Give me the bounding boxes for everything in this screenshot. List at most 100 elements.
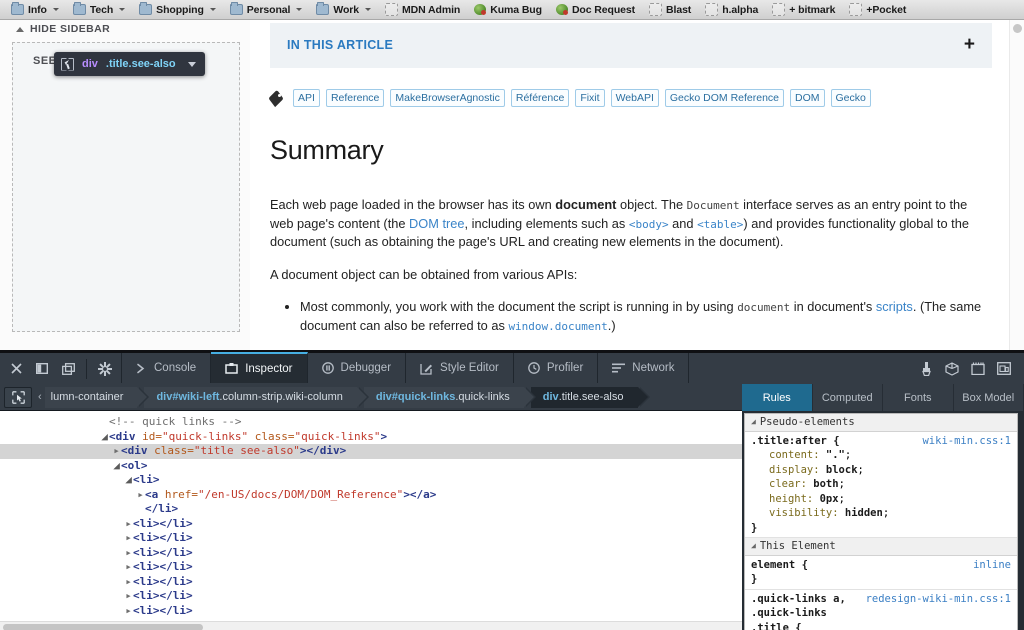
markup-attr-value[interactable]: "title see-also": [194, 444, 300, 457]
bookmark-item-mdn-admin[interactable]: MDN Admin: [378, 2, 467, 18]
article-tag[interactable]: Fixit: [575, 88, 605, 108]
article-tag[interactable]: Référence: [510, 88, 570, 108]
bookmark-item-h-alpha[interactable]: h.alpha: [698, 2, 765, 18]
css-rule-source[interactable]: wiki-min.css:1: [922, 434, 1011, 449]
twisty-open-icon[interactable]: ◢: [124, 473, 133, 488]
tab-inspector[interactable]: Inspector: [211, 352, 308, 383]
article-tag[interactable]: Gecko DOM Reference: [664, 88, 785, 108]
css-rule-block[interactable]: inline element {}: [745, 556, 1017, 590]
responsive-design-icon[interactable]: [992, 354, 1016, 383]
inspector-highlight-infobar[interactable]: div .title.see-also: [54, 52, 205, 76]
scripts-link[interactable]: scripts: [876, 299, 913, 314]
css-declaration[interactable]: content: ".";: [751, 448, 1011, 463]
hide-sidebar-toggle[interactable]: HIDE SIDEBAR: [16, 23, 110, 35]
breadcrumb-item[interactable]: div .title.see-also: [530, 386, 650, 408]
markup-view[interactable]: <!-- quick links --> ◢<div id="quick-link…: [0, 411, 742, 630]
markup-line[interactable]: ◢<ol>: [0, 459, 742, 474]
twisty-open-icon[interactable]: ◢: [751, 415, 756, 430]
css-value[interactable]: ".": [826, 449, 845, 461]
twisty-open-icon[interactable]: ◢: [100, 430, 109, 445]
css-property[interactable]: clear:: [751, 478, 807, 490]
rules-tab-box-model[interactable]: Box Model: [954, 384, 1024, 411]
chevron-down-icon[interactable]: [119, 8, 126, 11]
article-tag[interactable]: WebAPI: [610, 88, 659, 108]
paintbrush-icon[interactable]: [914, 354, 938, 383]
css-rule-block[interactable]: redesign-wiki-min.css:1 .quick-links a, .q…: [745, 590, 1017, 630]
twisty-closed-icon[interactable]: ▸: [112, 444, 121, 459]
markup-line[interactable]: ▸<li></li>: [0, 560, 742, 575]
bookmark-item-personal[interactable]: Personal: [223, 2, 310, 18]
twisty-closed-icon[interactable]: ▸: [124, 575, 133, 590]
css-selector[interactable]: element: [751, 559, 795, 571]
css-property[interactable]: content:: [751, 449, 820, 461]
css-selector[interactable]: .quick-links .title: [751, 607, 827, 630]
markup-attr-name[interactable]: href=: [158, 488, 198, 501]
chevron-down-icon[interactable]: [296, 8, 303, 11]
article-tag[interactable]: MakeBrowserAgnostic: [390, 88, 505, 108]
chevron-down-icon[interactable]: [365, 8, 372, 11]
css-rule-source[interactable]: redesign-wiki-min.css:1: [866, 592, 1011, 607]
bookmark-item-bitmark[interactable]: + bitmark: [765, 2, 842, 18]
in-this-article-expand-button[interactable]: +: [964, 35, 975, 54]
tab-style-editor[interactable]: Style Editor: [406, 353, 514, 383]
markup-line[interactable]: ▸<li></li>: [0, 604, 742, 619]
settings-gear-icon[interactable]: [93, 354, 117, 383]
breadcrumb-back-chevron[interactable]: ‹: [38, 391, 42, 403]
css-rule-block[interactable]: wiki-min.css:1 .title:after {content: "."…: [745, 432, 1017, 538]
markup-attr-name[interactable]: id=: [136, 430, 162, 443]
markup-attr-name[interactable]: class=: [148, 444, 194, 457]
rules-tab-rules[interactable]: Rules: [742, 384, 813, 411]
twisty-closed-icon[interactable]: ▸: [124, 517, 133, 532]
page-scrollbar[interactable]: [1009, 20, 1024, 350]
css-value[interactable]: block: [826, 464, 858, 476]
bookmark-item-tech[interactable]: Tech: [66, 2, 132, 18]
twisty-closed-icon[interactable]: ▸: [124, 589, 133, 604]
article-tag[interactable]: Gecko: [830, 88, 871, 108]
rules-content[interactable]: ◢ Pseudo-elements wiki-min.css:1 .title:aft…: [744, 413, 1018, 630]
markup-attr-value[interactable]: "/en-US/docs/DOM/DOM_Reference": [198, 488, 403, 501]
twisty-closed-icon[interactable]: ▸: [124, 604, 133, 619]
css-declaration[interactable]: display: block;: [751, 463, 1011, 478]
breadcrumb-item[interactable]: lumn-container: [44, 386, 150, 408]
css-declaration[interactable]: visibility: hidden;: [751, 506, 1011, 521]
rules-section-header[interactable]: ◢ This Element: [745, 538, 1017, 556]
css-declaration[interactable]: height: 0px;: [751, 492, 1011, 507]
bookmark-item-shopping[interactable]: Shopping: [132, 2, 223, 18]
close-devtools-icon[interactable]: [4, 354, 28, 383]
tab-network[interactable]: Network: [598, 353, 690, 383]
markup-line[interactable]: ▸<li></li>: [0, 589, 742, 604]
markup-line[interactable]: ◢<div id="quick-links" class="quick-link…: [0, 430, 742, 445]
markup-line[interactable]: <!-- quick links -->: [0, 415, 742, 430]
markup-line[interactable]: ◢<li>: [0, 473, 742, 488]
rules-tab-computed[interactable]: Computed: [813, 384, 883, 411]
twisty-open-icon[interactable]: ◢: [112, 459, 121, 474]
breadcrumb-item[interactable]: div#quick-links .quick-links: [363, 386, 536, 408]
bookmark-item-doc-request[interactable]: Doc Request: [549, 2, 642, 18]
article-tag[interactable]: Reference: [325, 88, 385, 108]
css-property[interactable]: height:: [751, 493, 813, 505]
breadcrumb-item[interactable]: div#wiki-left .column-strip.wiki-column: [144, 386, 370, 408]
tab-debugger[interactable]: Debugger: [308, 353, 407, 383]
css-selector[interactable]: .quick-links a,: [751, 593, 846, 605]
page-scrollbar-thumb[interactable]: [1013, 24, 1022, 33]
tab-console[interactable]: Console: [121, 353, 212, 383]
twisty-closed-icon[interactable]: ▸: [124, 560, 133, 575]
chevron-down-icon[interactable]: [52, 8, 59, 11]
markup-line[interactable]: </li>: [0, 502, 742, 517]
css-property[interactable]: display:: [751, 464, 820, 476]
rules-section-header[interactable]: ◢ Pseudo-elements: [745, 414, 1017, 432]
twisty-open-icon[interactable]: ◢: [751, 539, 756, 554]
markup-line[interactable]: ▸<li></li>: [0, 517, 742, 532]
element-picker-button[interactable]: [4, 386, 32, 408]
bookmark-item-info[interactable]: Info: [4, 2, 66, 18]
markup-line[interactable]: ▸<li></li>: [0, 546, 742, 561]
chevron-down-icon[interactable]: [209, 8, 216, 11]
markup-line[interactable]: ▸<div class="title see-also"></div>: [0, 444, 742, 459]
css-declaration[interactable]: clear: both;: [751, 477, 1011, 492]
chevron-down-icon[interactable]: [187, 61, 196, 67]
css-property[interactable]: visibility:: [751, 507, 839, 519]
scratchpad-icon[interactable]: [966, 354, 990, 383]
twisty-closed-icon[interactable]: ▸: [136, 488, 145, 503]
box-3d-icon[interactable]: [940, 354, 964, 383]
bookmark-item-work[interactable]: Work: [309, 2, 378, 18]
